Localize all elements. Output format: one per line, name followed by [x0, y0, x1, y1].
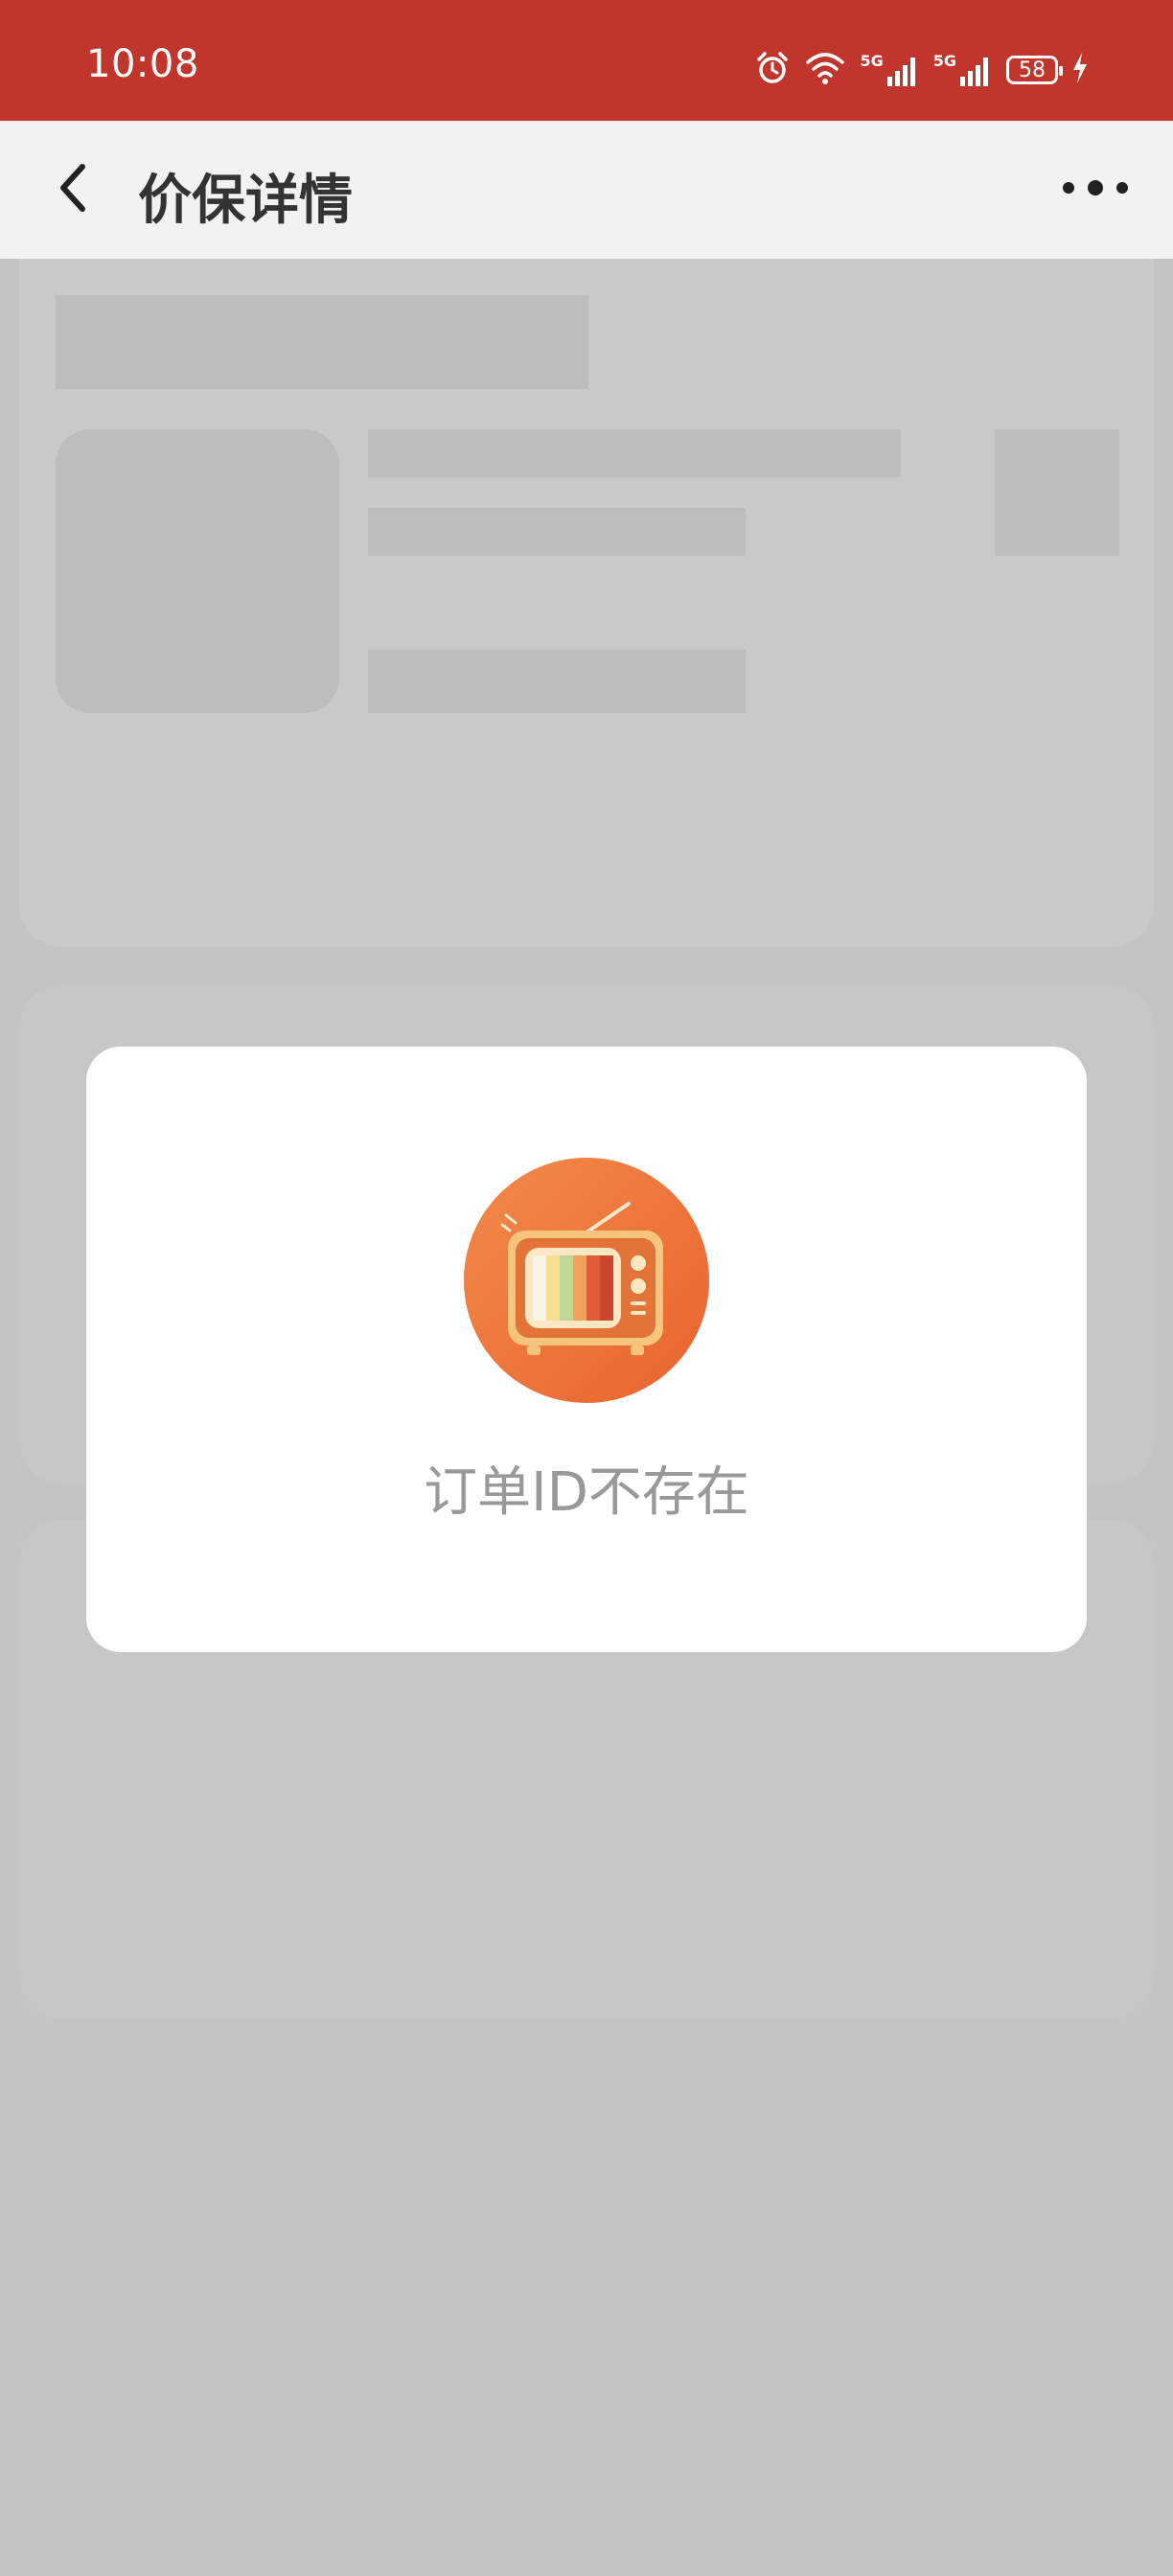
- signal-5g-icon-1: 5G: [860, 54, 919, 86]
- status-bar: 10:08 5G 5G 58: [0, 0, 1173, 121]
- error-message: 订单ID不存在: [424, 1461, 749, 1524]
- error-modal: 订单ID不存在: [86, 1046, 1087, 1652]
- signal-5g-icon-2: 5G: [933, 54, 993, 86]
- battery-level: 58: [1019, 58, 1046, 82]
- wifi-icon: [804, 51, 846, 89]
- alarm-icon: [754, 50, 791, 90]
- battery-icon: 58: [1006, 56, 1063, 84]
- status-icons: 5G 5G 58: [754, 46, 1089, 94]
- tv-icon: [464, 1158, 709, 1403]
- status-time: 10:08: [86, 42, 199, 86]
- charging-icon: [1071, 53, 1089, 87]
